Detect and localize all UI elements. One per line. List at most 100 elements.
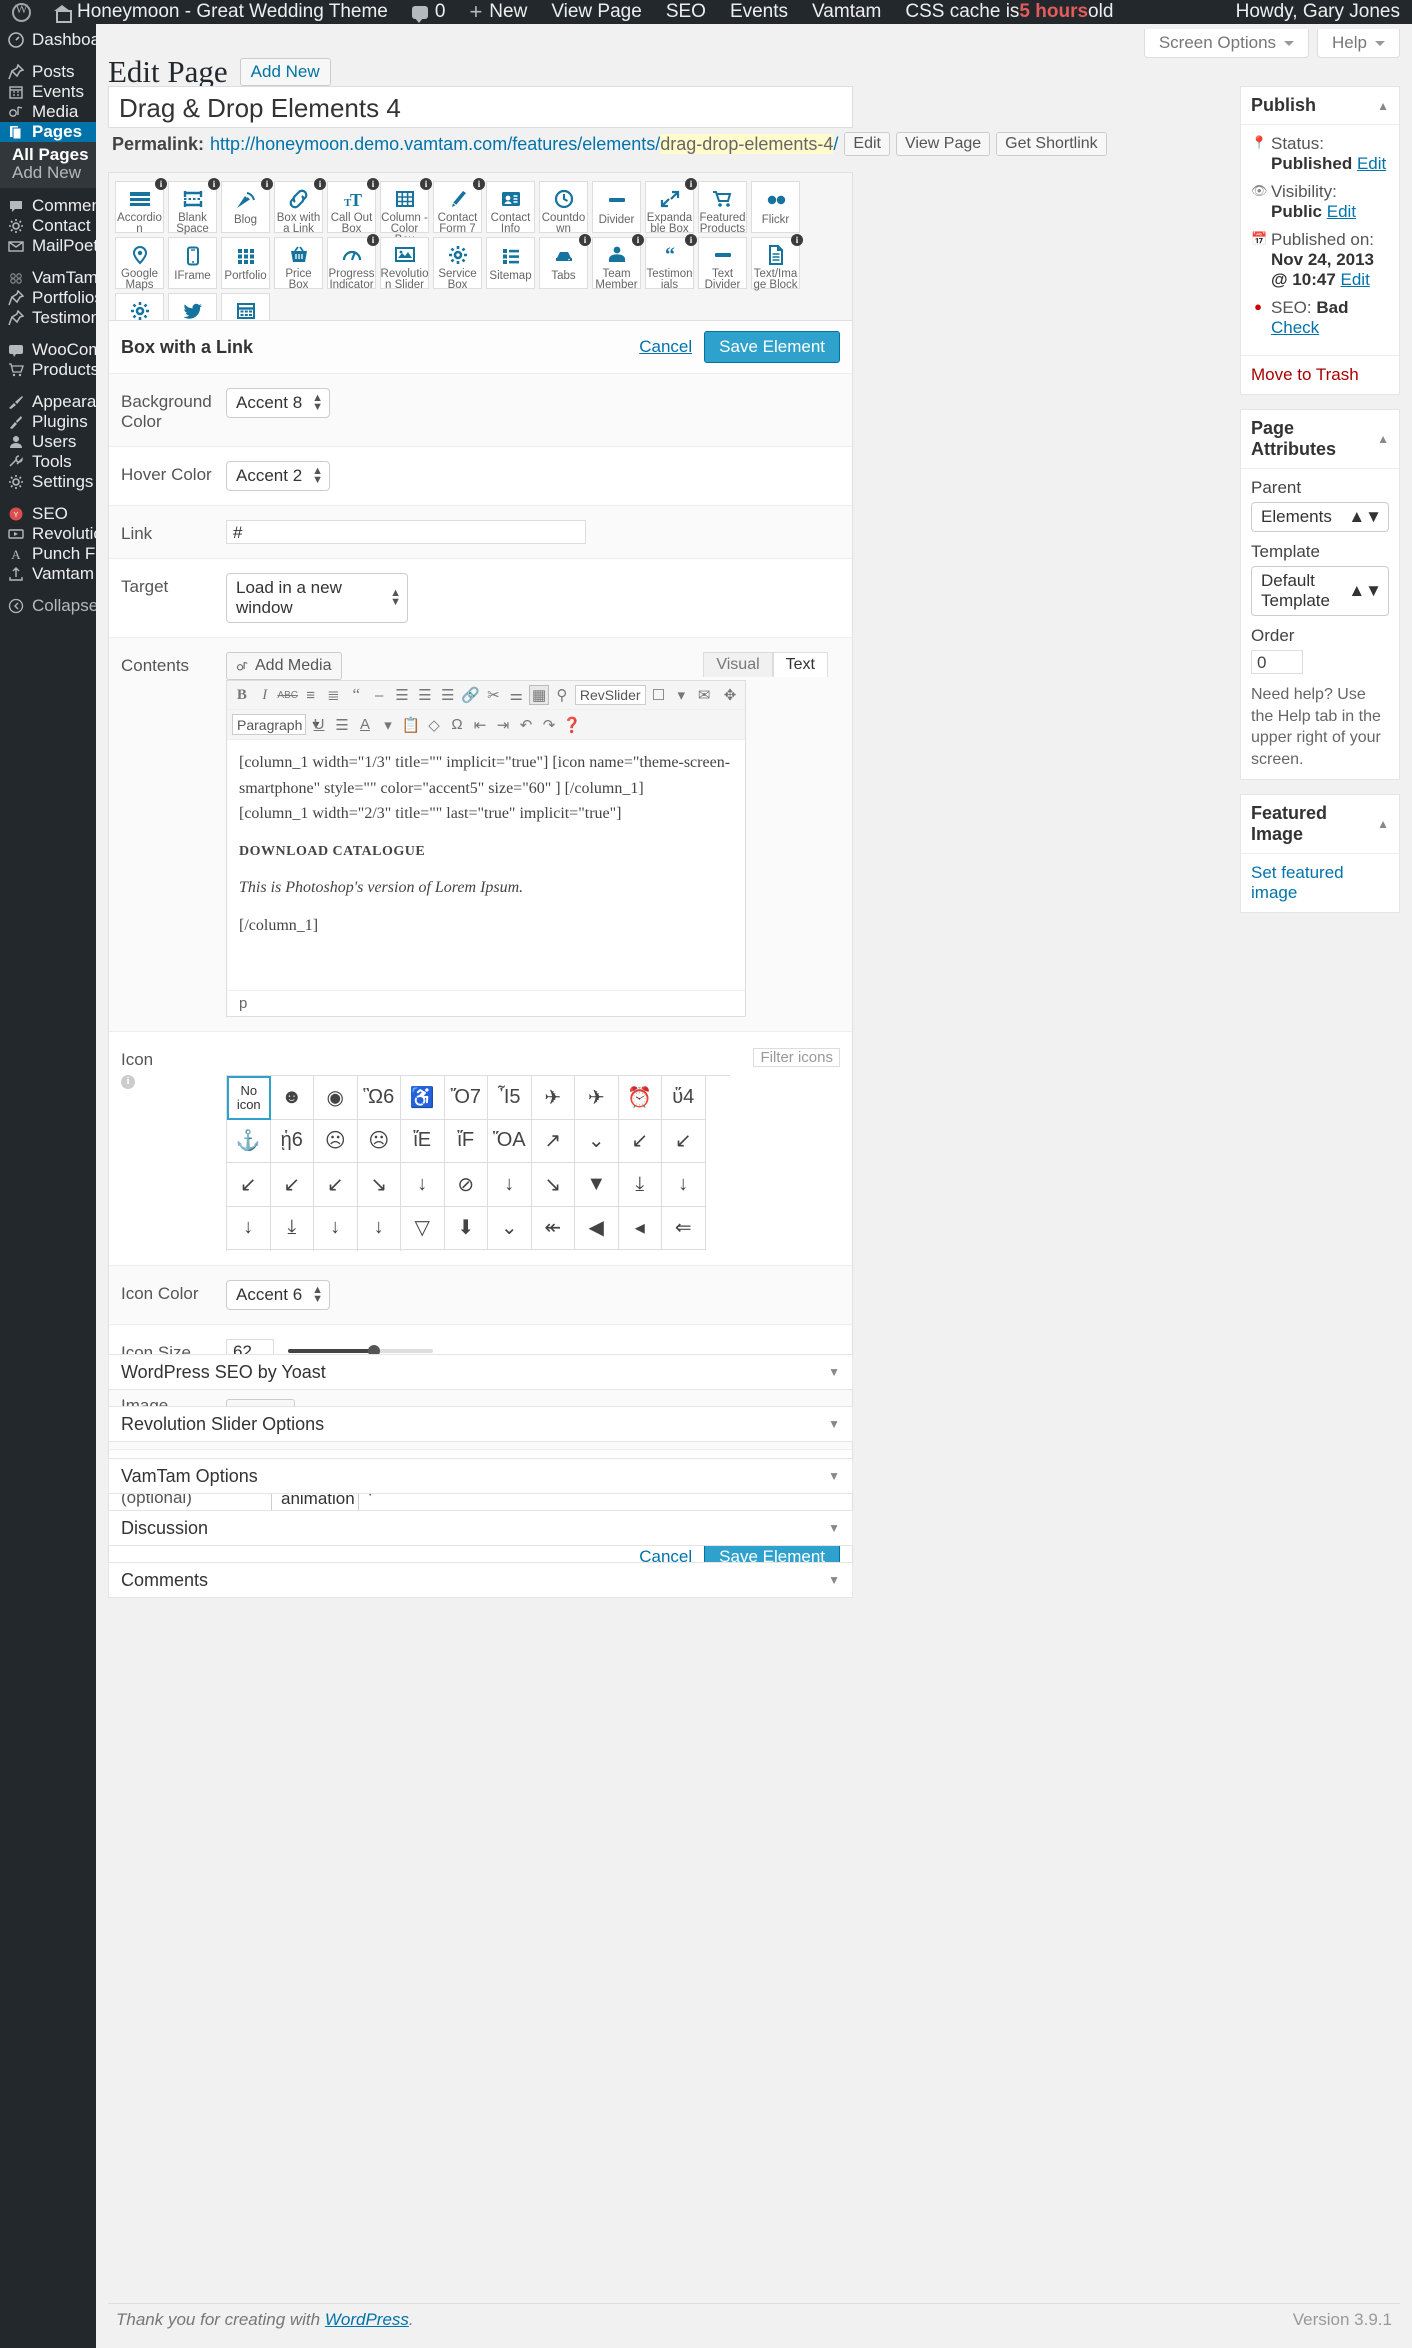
icon-cell-arrow-down-right-icon[interactable]: ↘: [358, 1163, 402, 1207]
keyboard-shortcuts-icon[interactable]: ❓: [562, 715, 582, 735]
icon-cell-arrow-up-right-icon[interactable]: ↗: [532, 1120, 576, 1164]
icon-cell-id-card-icon[interactable]: Ὄ7: [445, 1076, 489, 1120]
revslider-button[interactable]: RevSlider: [575, 685, 646, 705]
element-card-google-maps[interactable]: Google Maps: [115, 237, 164, 289]
kitchen-sink-icon[interactable]: ▦: [529, 685, 549, 705]
panel-discussion[interactable]: Discussion ▼: [108, 1510, 853, 1546]
icon-cell-arrow-down-long-icon[interactable]: ↓: [358, 1207, 402, 1251]
help-tab[interactable]: Help: [1317, 29, 1400, 58]
sidebar-item-settings[interactable]: Settings: [0, 472, 96, 492]
hover-color-select[interactable]: Accent 2 ▲▼: [226, 461, 330, 491]
toggle-icon[interactable]: ▼: [828, 1521, 840, 1535]
icon-cell-arrow-down-bar-icon[interactable]: ⤓: [619, 1163, 663, 1207]
icon-cell-clock-icon[interactable]: ὕ4: [662, 1076, 706, 1120]
icon-cell-plane-icon[interactable]: ✈: [575, 1076, 619, 1120]
more-tag-icon[interactable]: ⚌: [506, 685, 526, 705]
wp-logo-menu[interactable]: [0, 0, 43, 24]
icon-cell-anchor-icon[interactable]: ⚓: [227, 1120, 271, 1164]
link-input[interactable]: #: [226, 520, 586, 544]
element-card-accordion[interactable]: Accordioni: [115, 181, 164, 233]
sidebar-item-all-pages[interactable]: All Pages: [0, 146, 96, 164]
set-featured-image-link[interactable]: Set featured image: [1251, 863, 1344, 902]
events-menu[interactable]: Events: [718, 0, 800, 24]
element-info-icon[interactable]: i: [155, 178, 167, 190]
icon-cell-arrow-left-thick-icon[interactable]: ⬅: [227, 1250, 271, 1251]
element-info-icon[interactable]: i: [208, 178, 220, 190]
clear-formatting-icon[interactable]: ◇: [424, 715, 444, 735]
sidebar-item-seo[interactable]: Y SEO: [0, 504, 96, 524]
icon-cell-caret-down-icon[interactable]: ▼: [575, 1163, 619, 1207]
icon-cell-chevron-down-icon[interactable]: ⌄: [575, 1120, 619, 1164]
panel-comments[interactable]: Comments ▼: [108, 1562, 853, 1598]
toggle-icon[interactable]: ▼: [828, 1417, 840, 1431]
sidebar-item-testimonials[interactable]: Testimonials: [0, 308, 96, 328]
element-card-blank-space[interactable]: Blank Spacei: [168, 181, 217, 233]
sidebar-item-contact[interactable]: Contact: [0, 216, 96, 236]
numbered-list-icon[interactable]: ≣: [324, 685, 344, 705]
sidebar-item-events[interactable]: Events: [0, 82, 96, 102]
icon-cell-caret-left-icon[interactable]: ◂: [619, 1207, 663, 1251]
sidebar-item-punch-fonts[interactable]: A Punch Fonts: [0, 544, 96, 564]
icon-cell-android-icon[interactable]: ᾑ6: [271, 1120, 315, 1164]
element-info-icon[interactable]: i: [579, 234, 591, 246]
unlink-icon[interactable]: ✂: [483, 685, 503, 705]
element-card-sitemap[interactable]: Sitemap: [486, 237, 535, 289]
text-color-icon[interactable]: A: [355, 715, 375, 735]
toggle-icon[interactable]: ▲: [1377, 99, 1389, 113]
icon-cell-arrow-left-icon[interactable]: ←: [271, 1250, 315, 1251]
icon-cell-smile-icon[interactable]: ☻: [271, 1076, 315, 1120]
post-title-input[interactable]: Drag & Drop Elements 4: [108, 86, 853, 128]
icon-size-slider[interactable]: [288, 1349, 433, 1353]
element-info-icon[interactable]: i: [261, 178, 273, 190]
element-card-divider[interactable]: Divider: [592, 181, 641, 233]
element-card-service-box[interactable]: Service Box: [433, 237, 482, 289]
edit-permalink-button[interactable]: Edit: [844, 132, 890, 156]
save-element-button-top[interactable]: Save Element: [704, 331, 840, 363]
sidebar-item-add-new[interactable]: Add New: [0, 164, 96, 182]
element-card-text-image-block[interactable]: Text/Image Blocki: [751, 237, 800, 289]
icon-cell-eye-icon[interactable]: ◉: [314, 1076, 358, 1120]
element-card-call-out-box[interactable]: TTCall Out Boxi: [327, 181, 376, 233]
icon-cell-arrow-left-bar-icon[interactable]: ↞: [532, 1207, 576, 1251]
new-content-menu[interactable]: + New: [457, 0, 539, 24]
parent-select[interactable]: Elements ▲▼: [1251, 502, 1389, 532]
view-page-menu[interactable]: View Page: [539, 0, 654, 24]
sidebar-item-dashboard[interactable]: Dashboard: [0, 30, 96, 50]
sidebar-item-posts[interactable]: Posts: [0, 62, 96, 82]
edit-visibility-link[interactable]: Edit: [1327, 202, 1356, 221]
sidebar-item-woocommerce[interactable]: WooCommerce: [0, 340, 96, 360]
element-card-portfolio[interactable]: Portfolio: [221, 237, 270, 289]
sidebar-item-appearance[interactable]: Appearance: [0, 392, 96, 412]
template-select[interactable]: Default Template ▲▼: [1251, 566, 1389, 616]
justify-icon[interactable]: ☰: [332, 715, 352, 735]
horizontal-rule-icon[interactable]: –: [369, 685, 389, 705]
redo-icon[interactable]: ↷: [539, 715, 559, 735]
format-select[interactable]: Paragraph ▾: [232, 714, 306, 735]
comments-menu[interactable]: 0: [400, 0, 458, 24]
insert-link-icon[interactable]: 🔗: [461, 685, 481, 705]
background-color-select[interactable]: Accent 8 ▲▼: [226, 388, 330, 418]
panel-wordpress-seo[interactable]: WordPress SEO by Yoast ▼: [108, 1354, 853, 1390]
element-info-icon[interactable]: i: [473, 178, 485, 190]
icon-cell-alarm-icon[interactable]: ⏰: [619, 1076, 663, 1120]
icon-cell-walk-icon[interactable]: Ὣ6: [358, 1076, 402, 1120]
paste-as-text-icon[interactable]: 📋: [401, 715, 421, 735]
view-page-button[interactable]: View Page: [896, 132, 990, 156]
icon-color-select[interactable]: Accent 6 ▲▼: [226, 1280, 330, 1310]
filter-icons-input[interactable]: Filter icons: [753, 1048, 840, 1067]
toggle-icon[interactable]: ▲: [1377, 432, 1389, 446]
edit-status-link[interactable]: Edit: [1357, 154, 1386, 173]
element-card-featured-products[interactable]: Featured Products: [698, 181, 747, 233]
element-card-iframe[interactable]: IFrame: [168, 237, 217, 289]
bullet-list-icon[interactable]: ≡: [301, 685, 321, 705]
toggle-icon[interactable]: ▲: [1377, 817, 1389, 831]
element-card-contact-form-7[interactable]: Contact Form 7i: [433, 181, 482, 233]
icon-cell-arrow-down-left-thin-icon[interactable]: ↙: [271, 1163, 315, 1207]
sidebar-item-products[interactable]: Products: [0, 360, 96, 380]
sidebar-item-users[interactable]: Users: [0, 432, 96, 452]
indent-icon[interactable]: ⇥: [493, 715, 513, 735]
element-card-progress-indicator[interactable]: Progress Indicatori: [327, 237, 376, 289]
sidebar-item-vamtam-exports[interactable]: Vamtam Exports: [0, 564, 96, 584]
element-card-column-color-box[interactable]: Column - Color Boxi: [380, 181, 429, 233]
element-card-price-box[interactable]: Price Box: [274, 237, 323, 289]
